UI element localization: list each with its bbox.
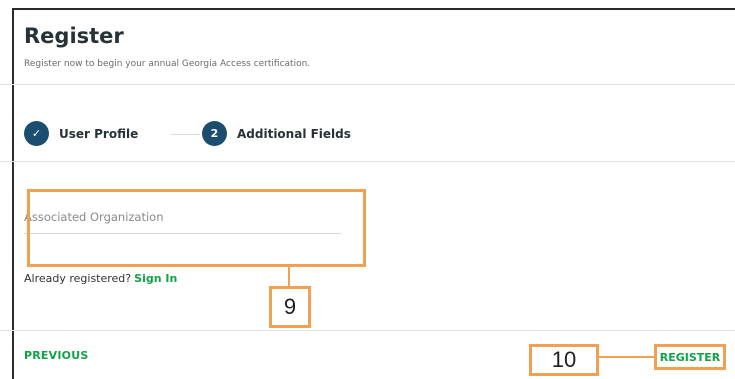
previous-button[interactable]: PREVIOUS (24, 349, 88, 362)
step-user-profile[interactable]: ✓ User Profile (24, 121, 138, 146)
footer-divider (0, 330, 735, 331)
register-button[interactable]: REGISTER (654, 344, 726, 370)
step-additional-fields[interactable]: 2 Additional Fields (202, 121, 351, 146)
signin-prompt: Already registered? (24, 272, 132, 285)
callout-connector (598, 356, 656, 358)
signin-row: Already registered? Sign In (24, 272, 177, 285)
step-label: Additional Fields (237, 126, 351, 141)
step-number: 2 (202, 121, 227, 146)
header-divider (0, 84, 735, 85)
page-title: Register (24, 24, 124, 48)
callout-connector (288, 266, 290, 286)
step-connector (170, 134, 200, 135)
callout-number-9: 9 (269, 286, 311, 328)
check-icon: ✓ (24, 121, 49, 146)
callout-number-10: 10 (529, 344, 599, 376)
page-subtitle: Register now to begin your annual Georgi… (24, 59, 311, 69)
sign-in-link[interactable]: Sign In (134, 272, 177, 285)
stepper-divider (0, 161, 735, 162)
callout-highlight-box (27, 189, 366, 267)
step-label: User Profile (59, 126, 139, 141)
